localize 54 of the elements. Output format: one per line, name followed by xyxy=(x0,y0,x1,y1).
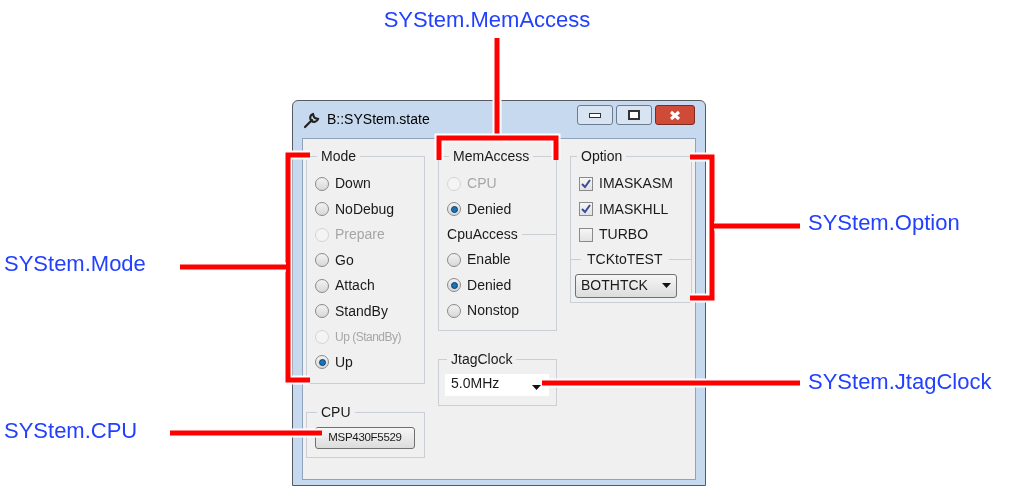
group-label: Mode xyxy=(320,147,358,166)
group-label: TCKtoTEST xyxy=(586,250,664,269)
radio-button[interactable] xyxy=(447,202,461,217)
option-label: Enable xyxy=(467,250,511,270)
minimize-icon xyxy=(589,112,601,118)
radio-button[interactable] xyxy=(447,303,461,318)
radio-button[interactable] xyxy=(315,253,329,268)
close-button[interactable] xyxy=(655,105,695,125)
group-label: MemAccess xyxy=(452,147,531,166)
maximize-icon xyxy=(628,110,640,120)
option-label: Down xyxy=(335,174,371,194)
callout-label: SYStem.JtagClock xyxy=(808,368,992,396)
option-label: Attach xyxy=(335,276,375,296)
dropdown-arrow-icon xyxy=(532,385,541,390)
group-label: Option xyxy=(580,147,624,166)
option-label: TURBO xyxy=(599,225,649,245)
checkbox[interactable] xyxy=(579,202,594,217)
group-label: CpuAccess xyxy=(447,225,518,244)
option-label: NoDebug xyxy=(335,199,395,219)
checkbox[interactable] xyxy=(579,176,594,191)
radio-button[interactable] xyxy=(315,202,329,217)
callout-label: SYStem.Option xyxy=(808,209,960,237)
option-label: Up (StandBy) xyxy=(335,328,402,346)
callout-label: SYStem.Mode xyxy=(4,250,146,278)
option-label: Denied xyxy=(467,199,512,219)
minimize-button[interactable] xyxy=(577,105,613,125)
group-label: JtagClock xyxy=(450,350,514,369)
option-label: Nonstop xyxy=(467,301,520,321)
callout-label: SYStem.CPU xyxy=(4,417,138,445)
cpu-button[interactable]: MSP430F5529 xyxy=(315,427,415,449)
radio-button[interactable] xyxy=(315,355,329,370)
dropdown-field[interactable]: 5.0MHz xyxy=(445,374,549,396)
window-title: B::SYStem.state xyxy=(327,110,430,129)
maximize-button[interactable] xyxy=(616,105,652,125)
radio-button[interactable] xyxy=(447,278,461,293)
dropdown-arrow-icon xyxy=(662,283,672,288)
option-label: IMASKASM xyxy=(599,174,673,194)
radio-button[interactable] xyxy=(315,304,329,319)
wrench-icon xyxy=(303,110,321,129)
option-label: IMASKHLL xyxy=(599,199,669,219)
radio-button[interactable] xyxy=(315,176,329,191)
option-label: Prepare xyxy=(335,225,385,245)
group-label: CPU xyxy=(320,403,352,422)
callout-label: SYStem.MemAccess xyxy=(383,6,591,34)
option-label: Go xyxy=(335,250,354,270)
dropdown-button[interactable]: BOTHTCK xyxy=(575,273,678,298)
option-label: Up xyxy=(335,352,353,372)
option-label: CPU xyxy=(467,174,497,194)
radio-button[interactable] xyxy=(447,252,461,267)
close-icon xyxy=(669,109,681,121)
radio-button[interactable] xyxy=(315,278,329,293)
option-label: Denied xyxy=(467,275,512,295)
option-label: StandBy xyxy=(335,301,388,321)
checkbox[interactable] xyxy=(579,227,594,242)
